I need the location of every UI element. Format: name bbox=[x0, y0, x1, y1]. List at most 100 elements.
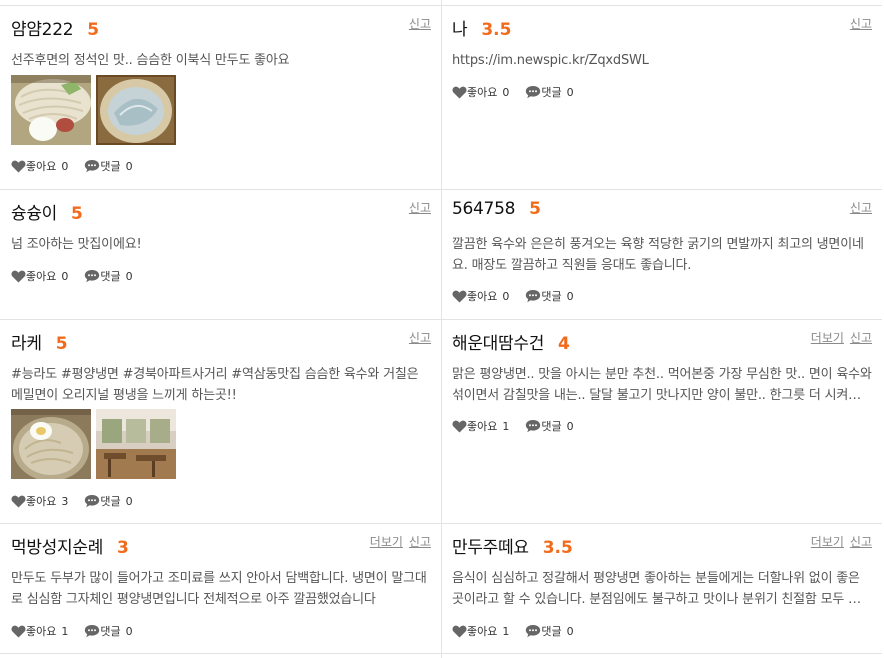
review-card: 만두주떼요 3.5 더보기 신고 음식이 심심하고 정갈해서 평양냉면 좋아하는… bbox=[452, 533, 872, 651]
review-score: 3 bbox=[117, 538, 129, 558]
comment-label: 댓글 bbox=[541, 420, 562, 433]
column-divider bbox=[441, 0, 442, 658]
heart-icon bbox=[452, 86, 467, 99]
comment-label: 댓글 bbox=[541, 86, 562, 99]
like-button[interactable]: 좋아요 1 bbox=[452, 623, 509, 639]
comment-bubble-icon bbox=[526, 420, 541, 433]
like-button[interactable]: 좋아요 1 bbox=[11, 623, 68, 639]
comment-label: 댓글 bbox=[100, 160, 121, 173]
dumpling-photo[interactable] bbox=[96, 75, 176, 145]
heart-icon bbox=[452, 420, 467, 433]
like-button[interactable]: 좋아요 1 bbox=[452, 418, 509, 434]
comment-bubble-icon bbox=[526, 625, 541, 638]
like-label: 좋아요 bbox=[467, 625, 498, 638]
comment-button[interactable]: 댓글 0 bbox=[84, 493, 133, 509]
like-count: 1 bbox=[502, 624, 510, 638]
comment-count: 0 bbox=[125, 624, 133, 638]
noodle-egg-photo[interactable] bbox=[11, 75, 91, 145]
like-label: 좋아요 bbox=[467, 420, 498, 433]
reviewer-name[interactable]: 나 bbox=[452, 15, 468, 40]
row-divider bbox=[0, 523, 882, 524]
comment-button[interactable]: 댓글 0 bbox=[525, 623, 574, 639]
reviewer-name[interactable]: 슝슝이 bbox=[11, 199, 57, 224]
like-button[interactable]: 좋아요 0 bbox=[11, 268, 68, 284]
reviewer-name[interactable]: 먹방성지순례 bbox=[11, 533, 103, 558]
comment-button[interactable]: 댓글 0 bbox=[84, 158, 133, 174]
reviewer-name[interactable]: 라케 bbox=[11, 329, 42, 354]
comment-bubble-icon bbox=[85, 270, 100, 283]
comment-button[interactable]: 댓글 0 bbox=[84, 268, 133, 284]
heart-icon bbox=[11, 160, 26, 173]
like-label: 좋아요 bbox=[467, 290, 498, 303]
like-count: 0 bbox=[61, 269, 69, 283]
review-text: 넘 조아하는 맛집이에요! bbox=[11, 237, 142, 252]
reviewer-name[interactable]: 564758 bbox=[452, 199, 515, 219]
like-label: 좋아요 bbox=[26, 625, 57, 638]
report-link[interactable]: 신고 bbox=[850, 533, 872, 550]
report-link[interactable]: 신고 bbox=[409, 15, 431, 32]
review-score: 5 bbox=[55, 334, 68, 354]
heart-icon bbox=[11, 270, 26, 283]
like-count: 0 bbox=[502, 289, 510, 303]
comment-count: 0 bbox=[566, 624, 574, 638]
comment-label: 댓글 bbox=[100, 495, 121, 508]
like-button[interactable]: 좋아요 3 bbox=[11, 493, 68, 509]
like-label: 좋아요 bbox=[26, 270, 57, 283]
comment-button[interactable]: 댓글 0 bbox=[84, 623, 133, 639]
like-button[interactable]: 좋아요 0 bbox=[11, 158, 68, 174]
restaurant-interior-photo[interactable] bbox=[96, 409, 176, 479]
like-button[interactable]: 좋아요 0 bbox=[452, 288, 509, 304]
review-score: 5 bbox=[87, 20, 100, 40]
cold-noodle-photo[interactable] bbox=[11, 409, 91, 479]
more-link[interactable]: 더보기 bbox=[811, 329, 844, 346]
like-label: 좋아요 bbox=[26, 160, 57, 173]
reviewer-name[interactable]: 해운대땀수건 bbox=[452, 329, 544, 354]
report-link[interactable]: 신고 bbox=[409, 199, 431, 216]
heart-icon bbox=[11, 625, 26, 638]
like-count: 0 bbox=[502, 85, 510, 99]
report-link[interactable]: 신고 bbox=[850, 199, 872, 216]
review-score: 5 bbox=[529, 199, 541, 219]
comment-button[interactable]: 댓글 0 bbox=[525, 84, 574, 100]
like-button[interactable]: 좋아요 0 bbox=[452, 84, 509, 100]
report-link[interactable]: 신고 bbox=[850, 15, 872, 32]
reviewer-name[interactable]: 만두주떼요 bbox=[452, 533, 529, 558]
review-text: 깔끔한 육수와 은은히 풍겨오는 육향 적당한 굵기의 면발까지 최고의 냉면이… bbox=[452, 237, 864, 273]
report-link[interactable]: 신고 bbox=[409, 533, 431, 550]
comment-count: 0 bbox=[566, 419, 574, 433]
row-divider bbox=[0, 319, 882, 320]
comment-button[interactable]: 댓글 0 bbox=[525, 288, 574, 304]
row-divider bbox=[0, 5, 882, 6]
like-count: 3 bbox=[61, 494, 69, 508]
like-label: 좋아요 bbox=[26, 495, 57, 508]
comment-bubble-icon bbox=[526, 290, 541, 303]
review-score: 3.5 bbox=[542, 538, 573, 558]
more-link[interactable]: 더보기 bbox=[370, 533, 403, 550]
reviewer-name[interactable]: 얌얌222 bbox=[11, 15, 74, 40]
heart-icon bbox=[11, 495, 26, 508]
comment-count: 0 bbox=[125, 494, 133, 508]
comment-button[interactable]: 댓글 0 bbox=[525, 418, 574, 434]
comment-bubble-icon bbox=[85, 160, 100, 173]
row-divider bbox=[0, 653, 882, 654]
review-text: 음식이 심심하고 정갈해서 평양냉면 좋아하는 분들에게는 더할나위 없이 좋은… bbox=[452, 571, 872, 607]
comment-bubble-icon bbox=[85, 625, 100, 638]
review-text: 선주후면의 정석인 맛.. 슴슴한 이북식 만두도 좋아요 bbox=[11, 53, 290, 68]
heart-icon bbox=[452, 290, 467, 303]
comment-count: 0 bbox=[566, 85, 574, 99]
report-link[interactable]: 신고 bbox=[409, 329, 431, 346]
like-count: 0 bbox=[61, 159, 69, 173]
comment-count: 0 bbox=[125, 269, 133, 283]
review-text: 만두도 두부가 많이 들어가고 조미료를 쓰지 안아서 담백합니다. 냉면이 말… bbox=[11, 571, 427, 607]
heart-icon bbox=[452, 625, 467, 638]
report-link[interactable]: 신고 bbox=[850, 329, 872, 346]
comment-count: 0 bbox=[125, 159, 133, 173]
review-text[interactable]: https://im.newspic.kr/ZqxdSWL bbox=[452, 50, 872, 71]
row-divider bbox=[0, 189, 882, 190]
review-card: 얌얌222 5 신고 선주후면의 정석인 맛.. 슴슴한 이북식 만두도 좋아요 bbox=[11, 15, 431, 187]
review-card: 해운대땀수건 4 더보기 신고 맑은 평양냉면.. 맛을 아시는 분만 추천..… bbox=[452, 329, 872, 521]
review-grid: 얌얌222 5 신고 선주후면의 정석인 맛.. 슴슴한 이북식 만두도 좋아요 bbox=[0, 0, 884, 658]
review-card: 564758 5 신고 깔끔한 육수와 은은히 풍겨오는 육향 적당한 굵기의 … bbox=[452, 199, 872, 317]
like-label: 좋아요 bbox=[467, 86, 498, 99]
more-link[interactable]: 더보기 bbox=[811, 533, 844, 550]
